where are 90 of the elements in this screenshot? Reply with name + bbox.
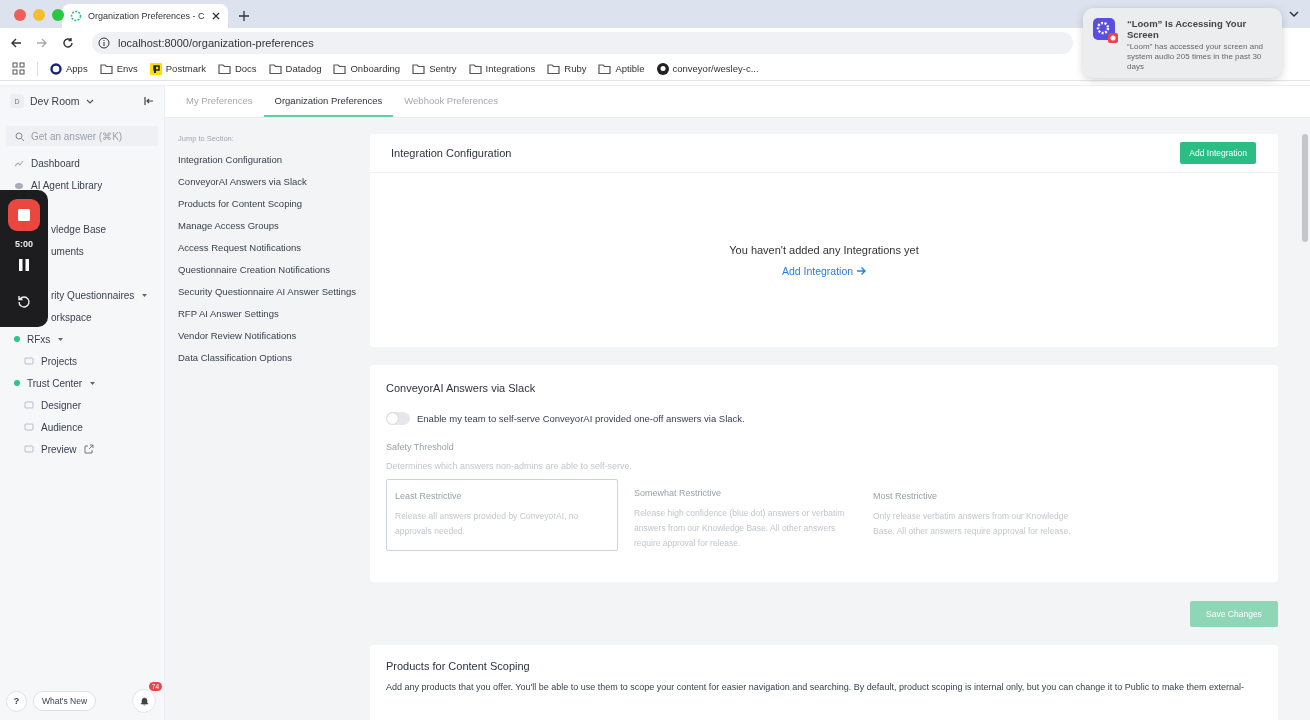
- collapse-sidebar-icon[interactable]: [144, 96, 154, 106]
- notifications-button[interactable]: [132, 689, 156, 713]
- stop-icon: [18, 209, 30, 221]
- stop-recording-button[interactable]: [8, 199, 40, 231]
- section-link[interactable]: Access Request Notifications: [178, 242, 302, 253]
- bookmark[interactable]: Postmark: [149, 62, 206, 75]
- nav-item[interactable]: Preview: [0, 438, 164, 460]
- section-link[interactable]: Products for Content Scoping: [178, 198, 303, 209]
- postmark-icon: [149, 62, 162, 75]
- status-dot: [14, 380, 20, 386]
- nav-item[interactable]: orkspace: [49, 306, 164, 328]
- section-link[interactable]: Manage Access Groups: [178, 220, 279, 231]
- nav-item[interactable]: Projects: [0, 350, 164, 372]
- bookmark[interactable]: Docs: [217, 62, 257, 75]
- card-title: Integration Configuration: [391, 147, 512, 159]
- empty-message: You haven't added any Integrations yet: [729, 244, 919, 256]
- section-link[interactable]: Vendor Review Notifications: [178, 330, 297, 341]
- bookmark[interactable]: Envs: [99, 62, 138, 75]
- section-link[interactable]: RFP AI Answer Settings: [178, 308, 279, 319]
- bookmark[interactable]: Onboarding: [333, 62, 401, 75]
- nav-item[interactable]: AI Agent Library: [0, 174, 164, 196]
- apps-grid-icon[interactable]: [12, 62, 25, 75]
- whats-new-button[interactable]: What's New: [33, 691, 97, 711]
- browser-tab[interactable]: Organization Preferences - C: [62, 4, 228, 28]
- toggle-label: Enable my team to self-serve ConveyorAI provided one-off answers via Slack.: [417, 413, 745, 424]
- chevron-down-icon[interactable]: [85, 97, 94, 105]
- section-link[interactable]: Security Questionnaire AI Answer Settings: [178, 286, 356, 297]
- card-title: Products for Content Scoping: [386, 660, 531, 672]
- external-link-icon: [83, 444, 94, 454]
- chart-icon: [14, 158, 24, 168]
- folder-icon: [99, 62, 113, 75]
- bookmark[interactable]: Integrations: [468, 62, 536, 75]
- section-link[interactable]: Integration Configuration: [178, 154, 283, 165]
- help-button[interactable]: ?: [6, 690, 27, 712]
- section-link[interactable]: Data Classification Options: [178, 352, 293, 363]
- notification-text: “Loom” has accessed your screen and system audio 205 times in the past 30 days: [1127, 42, 1265, 72]
- info-icon: [98, 36, 110, 49]
- bookmark[interactable]: Datadog: [268, 62, 322, 75]
- folder-icon: [468, 62, 482, 75]
- search-icon: [15, 131, 24, 141]
- bookmark[interactable]: Aptible: [598, 62, 645, 75]
- close-window-icon[interactable]: [14, 9, 26, 21]
- bookmark[interactable]: conveyor/wesley-c...: [656, 62, 759, 75]
- workspace-switcher[interactable]: Dev Room: [30, 95, 80, 107]
- nav-item[interactable]: Dashboard: [0, 152, 164, 174]
- page-icon: [24, 422, 34, 432]
- bookmark[interactable]: Sentry: [412, 62, 457, 75]
- new-tab-icon[interactable]: [238, 10, 250, 22]
- folder-icon: [333, 62, 347, 75]
- github-icon: [656, 62, 669, 75]
- folder-icon: [217, 62, 231, 75]
- page-icon: [24, 400, 34, 410]
- notification-title: “Loom” Is Accessing Your Screen: [1127, 18, 1248, 40]
- nav-item[interactable]: uments: [49, 240, 164, 262]
- folder-icon: [268, 62, 282, 75]
- restart-icon[interactable]: [17, 295, 31, 309]
- folder-icon: [598, 62, 612, 75]
- add-integration-link[interactable]: Add Integration: [781, 265, 867, 277]
- bell-icon: [139, 696, 149, 706]
- chevron-down-icon[interactable]: [1288, 9, 1300, 19]
- nav-item[interactable]: Trust Center: [0, 372, 164, 394]
- close-icon[interactable]: [210, 11, 221, 21]
- bookmark[interactable]: Apps: [50, 62, 88, 75]
- nav-item[interactable]: RFxs: [0, 328, 164, 350]
- page-icon: [24, 444, 34, 454]
- card-title: ConveyorAI Answers via Slack: [386, 382, 537, 394]
- card-description: Add any products that you offer. You'll be able to use them to scope your content for easier navigation and searching. By default, product scoping is internal only, but you can change it to Public to make them external-: [386, 682, 1245, 692]
- tab-title: Organization Preferences - C: [88, 11, 205, 21]
- recording-timer: 5:00: [15, 239, 33, 249]
- section-link[interactable]: ConveyorAI Answers via Slack: [178, 176, 307, 187]
- page-icon: [24, 356, 34, 366]
- section-link[interactable]: Questionnaire Creation Notifications: [178, 264, 331, 275]
- scrollbar[interactable]: [1302, 134, 1308, 242]
- nav-item[interactable]: vledge Base: [49, 218, 164, 240]
- nav-item[interactable]: Audience: [0, 416, 164, 438]
- address-bar[interactable]: localhost:8000/organization-preferences: [92, 31, 1073, 54]
- reload-icon[interactable]: [62, 36, 74, 49]
- arrow-right-icon: [856, 266, 867, 276]
- toggle-switch[interactable]: [386, 412, 410, 425]
- nav-item[interactable]: Designer: [0, 394, 164, 416]
- bookmark[interactable]: Ruby: [547, 62, 587, 75]
- field-label: Safety Threshold: [386, 442, 455, 452]
- nav-item[interactable]: rity Questionnaires: [49, 284, 164, 306]
- folder-icon: [547, 62, 561, 75]
- status-dot: [14, 336, 20, 342]
- folder-icon: [412, 62, 426, 75]
- loom-app-icon: [1093, 18, 1119, 44]
- back-arrow-icon[interactable]: [10, 36, 22, 49]
- ring-icon: [50, 62, 62, 75]
- pause-icon[interactable]: [19, 259, 29, 271]
